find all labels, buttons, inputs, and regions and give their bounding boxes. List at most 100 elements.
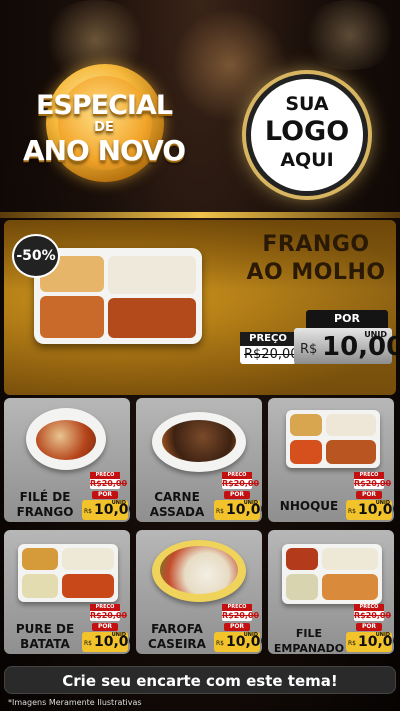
food — [326, 440, 376, 464]
product-name: PURE DE BATATA — [8, 622, 82, 652]
food — [290, 440, 322, 464]
rice-compartment — [108, 256, 196, 294]
flyer-page: ESPECIAL DE ANO NOVO SUA LOGO AQUI -50% … — [0, 0, 400, 711]
preco-label: PRECO — [354, 604, 384, 611]
currency: R$ — [348, 508, 356, 515]
product-name: FILE EMPANADO — [272, 626, 346, 654]
preco-label: PREÇO — [240, 332, 296, 346]
old-price: R$20,00 — [222, 611, 260, 620]
old-price-box: PREÇO R$20,00 — [240, 332, 299, 364]
product-name-line1: NHOQUE — [279, 499, 339, 513]
product-card: CARNE ASSADA PRECO R$20,00 POR R$ 10,00 … — [136, 398, 262, 522]
product-card: FILE EMPANADO PRECO R$20,00 POR R$ 10,00… — [268, 530, 394, 654]
food — [36, 420, 96, 460]
product-name-line1: FAROFA — [151, 622, 203, 636]
product-name: NHOQUE — [272, 499, 346, 514]
preco-label: PRECO — [222, 472, 252, 479]
old-price: R$20,00 — [244, 347, 299, 362]
unit-label: UNID — [243, 500, 258, 506]
food-tray-image — [34, 248, 202, 344]
product-name-line2: ASSADA — [149, 505, 205, 519]
price-box: R$ 10,00 UNID — [294, 328, 396, 364]
food — [322, 548, 378, 570]
logo-line1: SUA — [285, 93, 329, 115]
food-tray-image — [18, 544, 118, 602]
unit-label: UNID — [243, 632, 258, 638]
por-label: POR — [92, 491, 118, 499]
por-label: POR — [356, 491, 382, 499]
preco-label: PRECO — [222, 604, 252, 611]
food — [162, 420, 236, 462]
food — [22, 548, 58, 570]
unit-label: UNID — [364, 330, 387, 339]
hero-title-line1: FRANGO — [262, 232, 370, 257]
food — [22, 574, 58, 598]
food-tray-image — [286, 410, 380, 468]
product-name: FILÉ DE FRANGO — [8, 490, 82, 520]
food-plate-image — [152, 540, 246, 602]
logo-line3: AQUI — [280, 149, 334, 171]
product-name-line2: EMPANADO — [273, 642, 345, 654]
food — [62, 574, 114, 598]
logo-placeholder: SUA LOGO AQUI — [246, 74, 368, 196]
old-price-box: PRECO R$20,00 — [222, 472, 260, 489]
product-card: FILÉ DE FRANGO PRECO R$20,00 POR R$ 10,0… — [4, 398, 130, 522]
product-name-line2: CASEIRA — [148, 637, 206, 651]
por-label: POR — [92, 623, 118, 631]
food-tray-image — [282, 544, 382, 604]
por-label: POR — [224, 491, 250, 499]
product-name-line1: PURE DE — [15, 622, 75, 636]
product-name: FAROFA CASEIRA — [140, 622, 214, 652]
product-name-line2: FRANGO — [16, 505, 74, 519]
food — [62, 548, 114, 570]
old-price-box: PRECO R$20,00 — [354, 604, 392, 621]
product-card: PURE DE BATATA PRECO R$20,00 POR R$ 10,0… — [4, 530, 130, 654]
price-box: R$ 10,00 UNID — [346, 632, 394, 652]
price-box: R$ 10,00 UNID — [214, 632, 262, 652]
product-name: CARNE ASSADA — [140, 490, 214, 520]
food — [326, 414, 376, 436]
logo-line2: LOGO — [264, 116, 350, 147]
product-name-line1: FILE — [295, 627, 323, 640]
old-price: R$20,00 — [222, 479, 260, 488]
unit-label: UNID — [375, 500, 390, 506]
old-price: R$20,00 — [90, 479, 128, 488]
food — [286, 574, 318, 600]
currency: R$ — [348, 640, 356, 647]
product-name-line2: BATATA — [20, 637, 70, 651]
unit-label: UNID — [375, 632, 390, 638]
preco-label: PRECO — [354, 472, 384, 479]
cta-banner[interactable]: Crie seu encarte com este tema! — [4, 666, 396, 694]
badge-line1: ESPECIAL — [35, 90, 173, 121]
hero-divider — [0, 212, 400, 218]
currency: R$ — [300, 342, 318, 357]
disclaimer: *Imagens Meramente Ilustrativas — [8, 698, 142, 707]
currency: R$ — [216, 640, 224, 647]
product-card: FAROFA CASEIRA PRECO R$20,00 POR R$ 10,0… — [136, 530, 262, 654]
old-price-box: PRECO R$20,00 — [90, 472, 128, 489]
food — [322, 574, 378, 600]
chicken-compartment — [108, 298, 196, 338]
preco-label: PRECO — [90, 604, 120, 611]
currency: R$ — [216, 508, 224, 515]
food-plate-image — [152, 412, 246, 472]
badge-line3: ANO NOVO — [22, 134, 186, 167]
hero-title-line2: AO MOLHO — [246, 260, 386, 285]
old-price: R$20,00 — [90, 611, 128, 620]
product-name-line1: FILÉ DE — [19, 490, 71, 504]
old-price-box: PRECO R$20,00 — [222, 604, 260, 621]
badge-line2: DE — [94, 120, 114, 135]
food — [286, 548, 318, 570]
old-price: R$20,00 — [354, 611, 392, 620]
price-box: R$ 10,00 UNID — [82, 632, 130, 652]
currency: R$ — [84, 640, 92, 647]
old-price: R$20,00 — [354, 479, 392, 488]
preco-label: PRECO — [90, 472, 120, 479]
product-card: NHOQUE PRECO R$20,00 POR R$ 10,00 UNID — [268, 398, 394, 522]
old-price-box: PRECO R$20,00 — [354, 472, 392, 489]
new-year-badge: ESPECIAL DE ANO NOVO — [18, 60, 190, 200]
discount-badge: -50% — [12, 234, 60, 278]
por-label: POR — [306, 310, 388, 328]
price-box: R$ 10,00 UNID — [214, 500, 262, 520]
featured-product: -50% FRANGO AO MOLHO POR PREÇO R$20,00 R… — [4, 220, 396, 395]
